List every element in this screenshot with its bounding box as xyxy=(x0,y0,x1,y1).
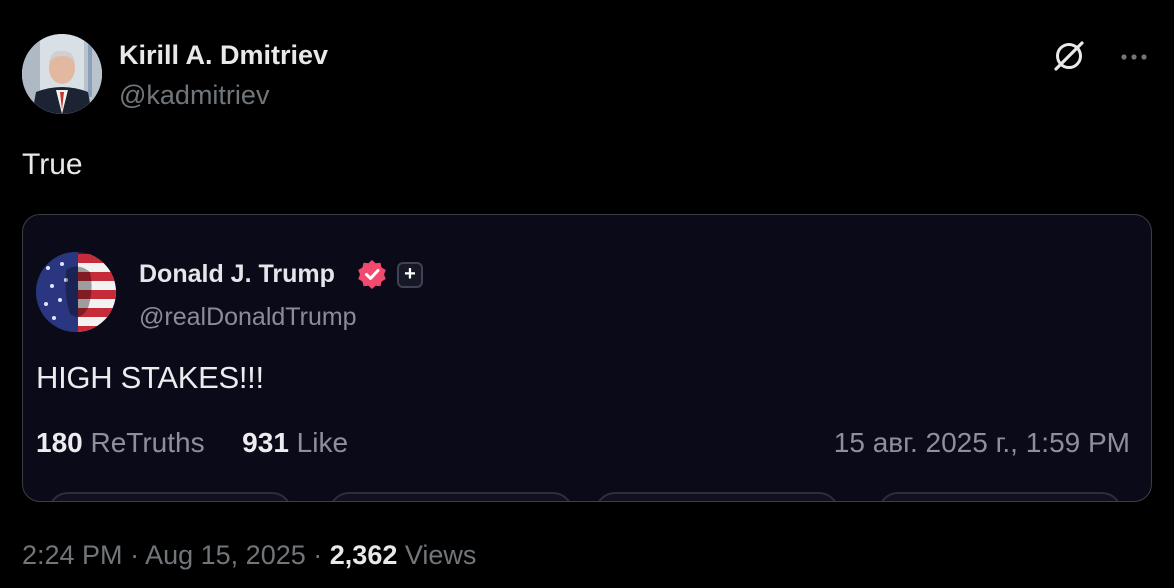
likes-label: Like xyxy=(296,427,349,458)
likes-count: 931 xyxy=(242,427,289,458)
meta-separator: · xyxy=(130,540,140,570)
author-name[interactable]: Kirill A. Dmitriev xyxy=(119,40,328,71)
follow-plus-button[interactable]: + xyxy=(397,262,423,288)
quoted-post-timestamp: 15 авг. 2025 г., 1:59 PM xyxy=(833,427,1130,458)
grok-icon[interactable] xyxy=(1051,38,1087,74)
author-avatar[interactable] xyxy=(22,34,102,114)
views-label: Views xyxy=(404,540,477,570)
quoted-action-button xyxy=(48,492,292,501)
quoted-action-button xyxy=(878,492,1122,501)
quoted-post-text: HIGH STAKES!!! xyxy=(36,360,264,395)
quoted-post-card[interactable]: Donald J. Trump + @realDonaldTrump HIGH … xyxy=(22,214,1152,502)
quoted-post-stats: 180 ReTruths 931 Like xyxy=(36,427,348,459)
quoted-action-button xyxy=(329,492,573,501)
quoted-action-button xyxy=(595,492,839,501)
tweet-text: True xyxy=(22,148,83,181)
tweet-meta: 2:24 PM · Aug 15, 2025 · 2,362 Views xyxy=(22,540,476,571)
retruths-count: 180 xyxy=(36,427,83,458)
post-time[interactable]: 2:24 PM xyxy=(22,540,123,570)
quoted-author-name[interactable]: Donald J. Trump xyxy=(139,260,335,289)
quoted-author-avatar[interactable] xyxy=(36,252,116,332)
more-icon[interactable] xyxy=(1116,38,1152,74)
post-date[interactable]: Aug 15, 2025 xyxy=(145,540,306,570)
quoted-author-handle[interactable]: @realDonaldTrump xyxy=(139,303,357,332)
tweet-header: Kirill A. Dmitriev @kadmitriev xyxy=(22,34,1152,116)
verified-badge-icon xyxy=(357,259,387,289)
retruths-label: ReTruths xyxy=(90,427,205,458)
author-handle[interactable]: @kadmitriev xyxy=(119,80,269,111)
views-count[interactable]: 2,362 xyxy=(330,540,398,570)
meta-separator: · xyxy=(313,540,323,570)
